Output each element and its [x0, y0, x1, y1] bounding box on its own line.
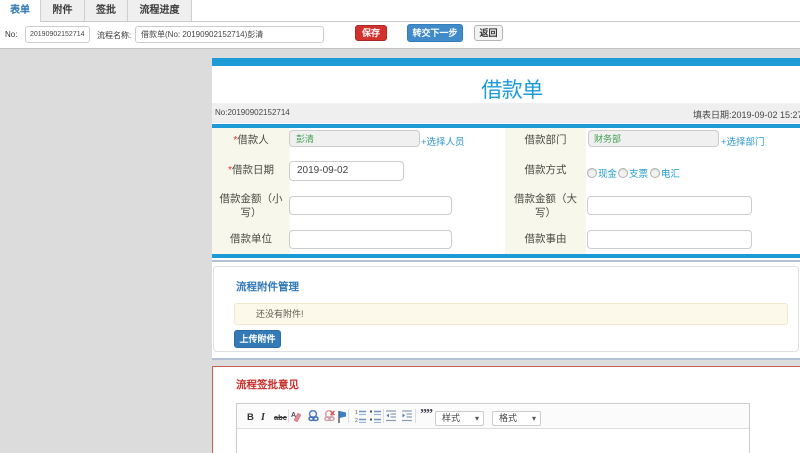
svg-text:1: 1 [355, 410, 358, 416]
svg-text:2: 2 [355, 418, 358, 423]
